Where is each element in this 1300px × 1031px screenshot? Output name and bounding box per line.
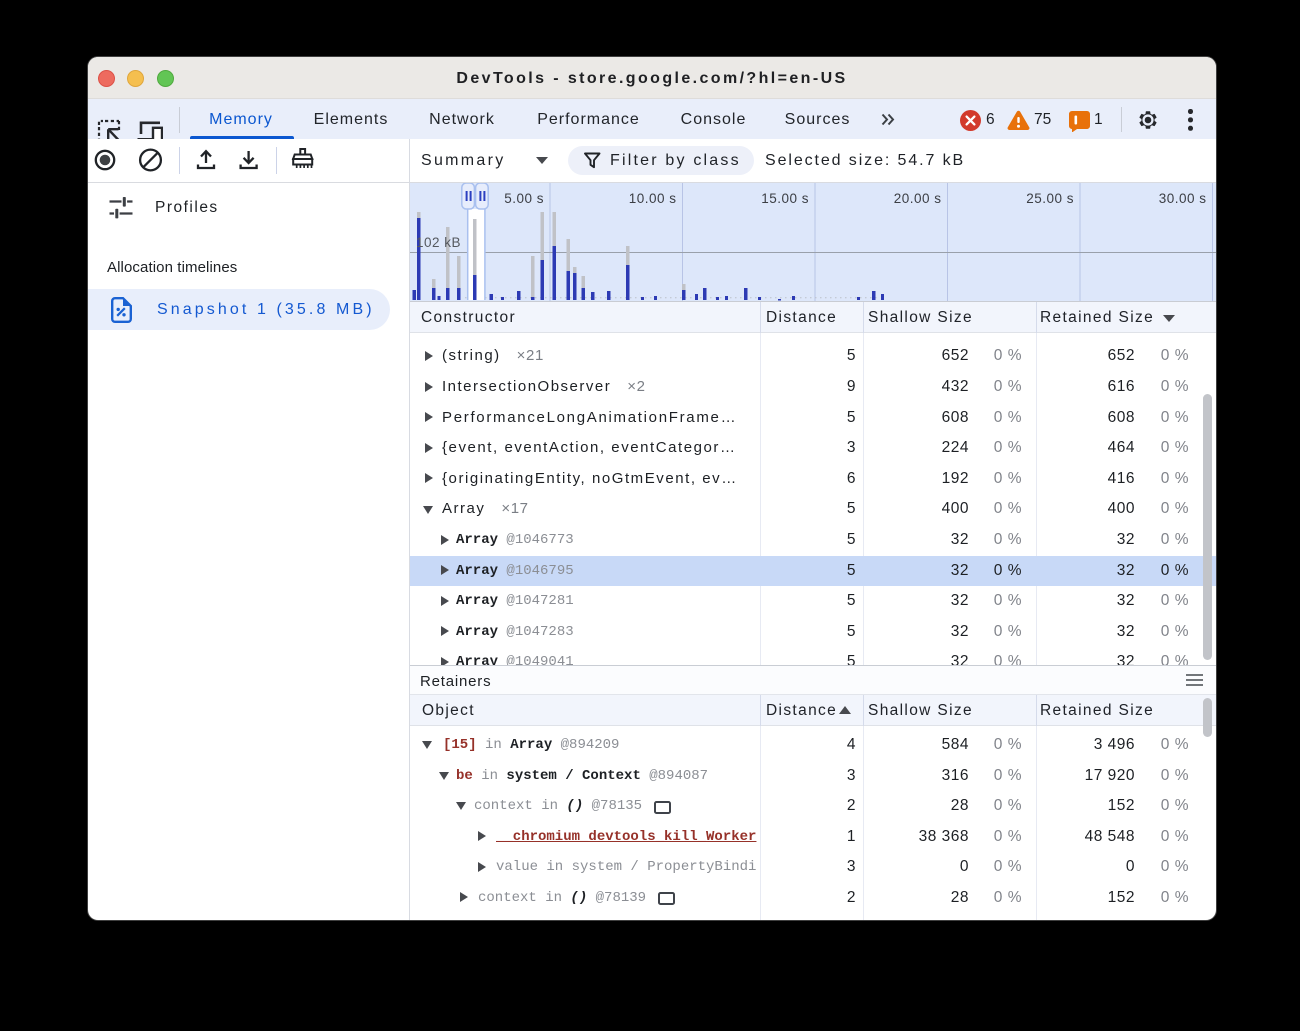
svg-text:25.00 s: 25.00 s	[1026, 191, 1074, 206]
svg-text:10.00 s: 10.00 s	[629, 191, 677, 206]
svg-text:20.00 s: 20.00 s	[894, 191, 942, 206]
svg-text:30.00 s: 30.00 s	[1159, 191, 1207, 206]
svg-text:5.00 s: 5.00 s	[504, 191, 544, 206]
svg-text:15.00 s: 15.00 s	[761, 191, 809, 206]
svg-text:102 kB: 102 kB	[416, 235, 461, 250]
